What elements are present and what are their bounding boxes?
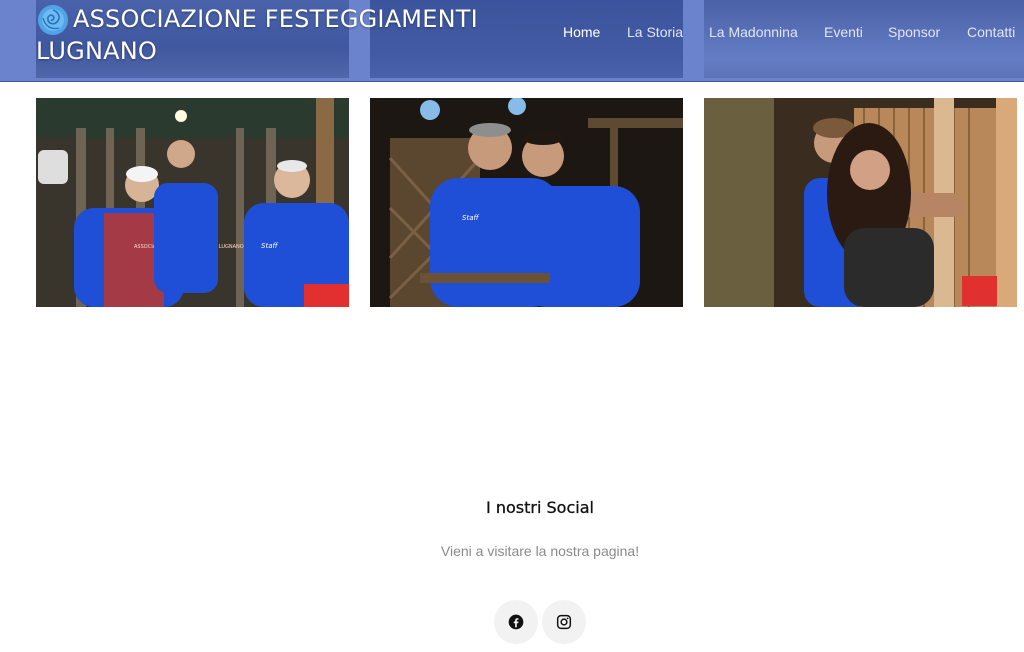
facebook-icon	[508, 614, 524, 630]
instagram-button[interactable]	[542, 600, 586, 644]
facebook-button[interactable]	[494, 600, 538, 644]
nav-item-eventi[interactable]: Eventi	[824, 22, 863, 42]
gallery-photo-two-staff[interactable]: Staff	[370, 98, 683, 307]
nav-item-contatti[interactable]: Contatti	[967, 22, 1015, 42]
social-text: Vieni a visitare la nostra pagina!	[440, 543, 640, 559]
main-nav: Home La Storia La Madonnina Eventi Spons…	[0, 22, 1024, 44]
nav-item-home[interactable]: Home	[563, 22, 600, 42]
social-buttons	[494, 600, 594, 644]
instagram-icon	[556, 614, 572, 630]
gallery-photo-couple[interactable]	[704, 98, 1017, 307]
gallery-photo-staff-kitchen[interactable]: ASSOCIAZIONE FESTEGGIAMENTI LUGNANO Staf…	[36, 98, 349, 307]
nav-item-la-madonnina[interactable]: La Madonnina	[709, 22, 798, 42]
shirt-text: Staff	[462, 214, 479, 222]
nav-item-la-storia[interactable]: La Storia	[627, 22, 683, 42]
social-heading: I nostri Social	[486, 498, 594, 517]
site-header: ASSOCIAZIONE FESTEGGIAMENTI LUGNANO Home…	[0, 0, 1024, 82]
nav-item-sponsor[interactable]: Sponsor	[888, 22, 940, 42]
shirt-text: Staff	[261, 242, 278, 250]
